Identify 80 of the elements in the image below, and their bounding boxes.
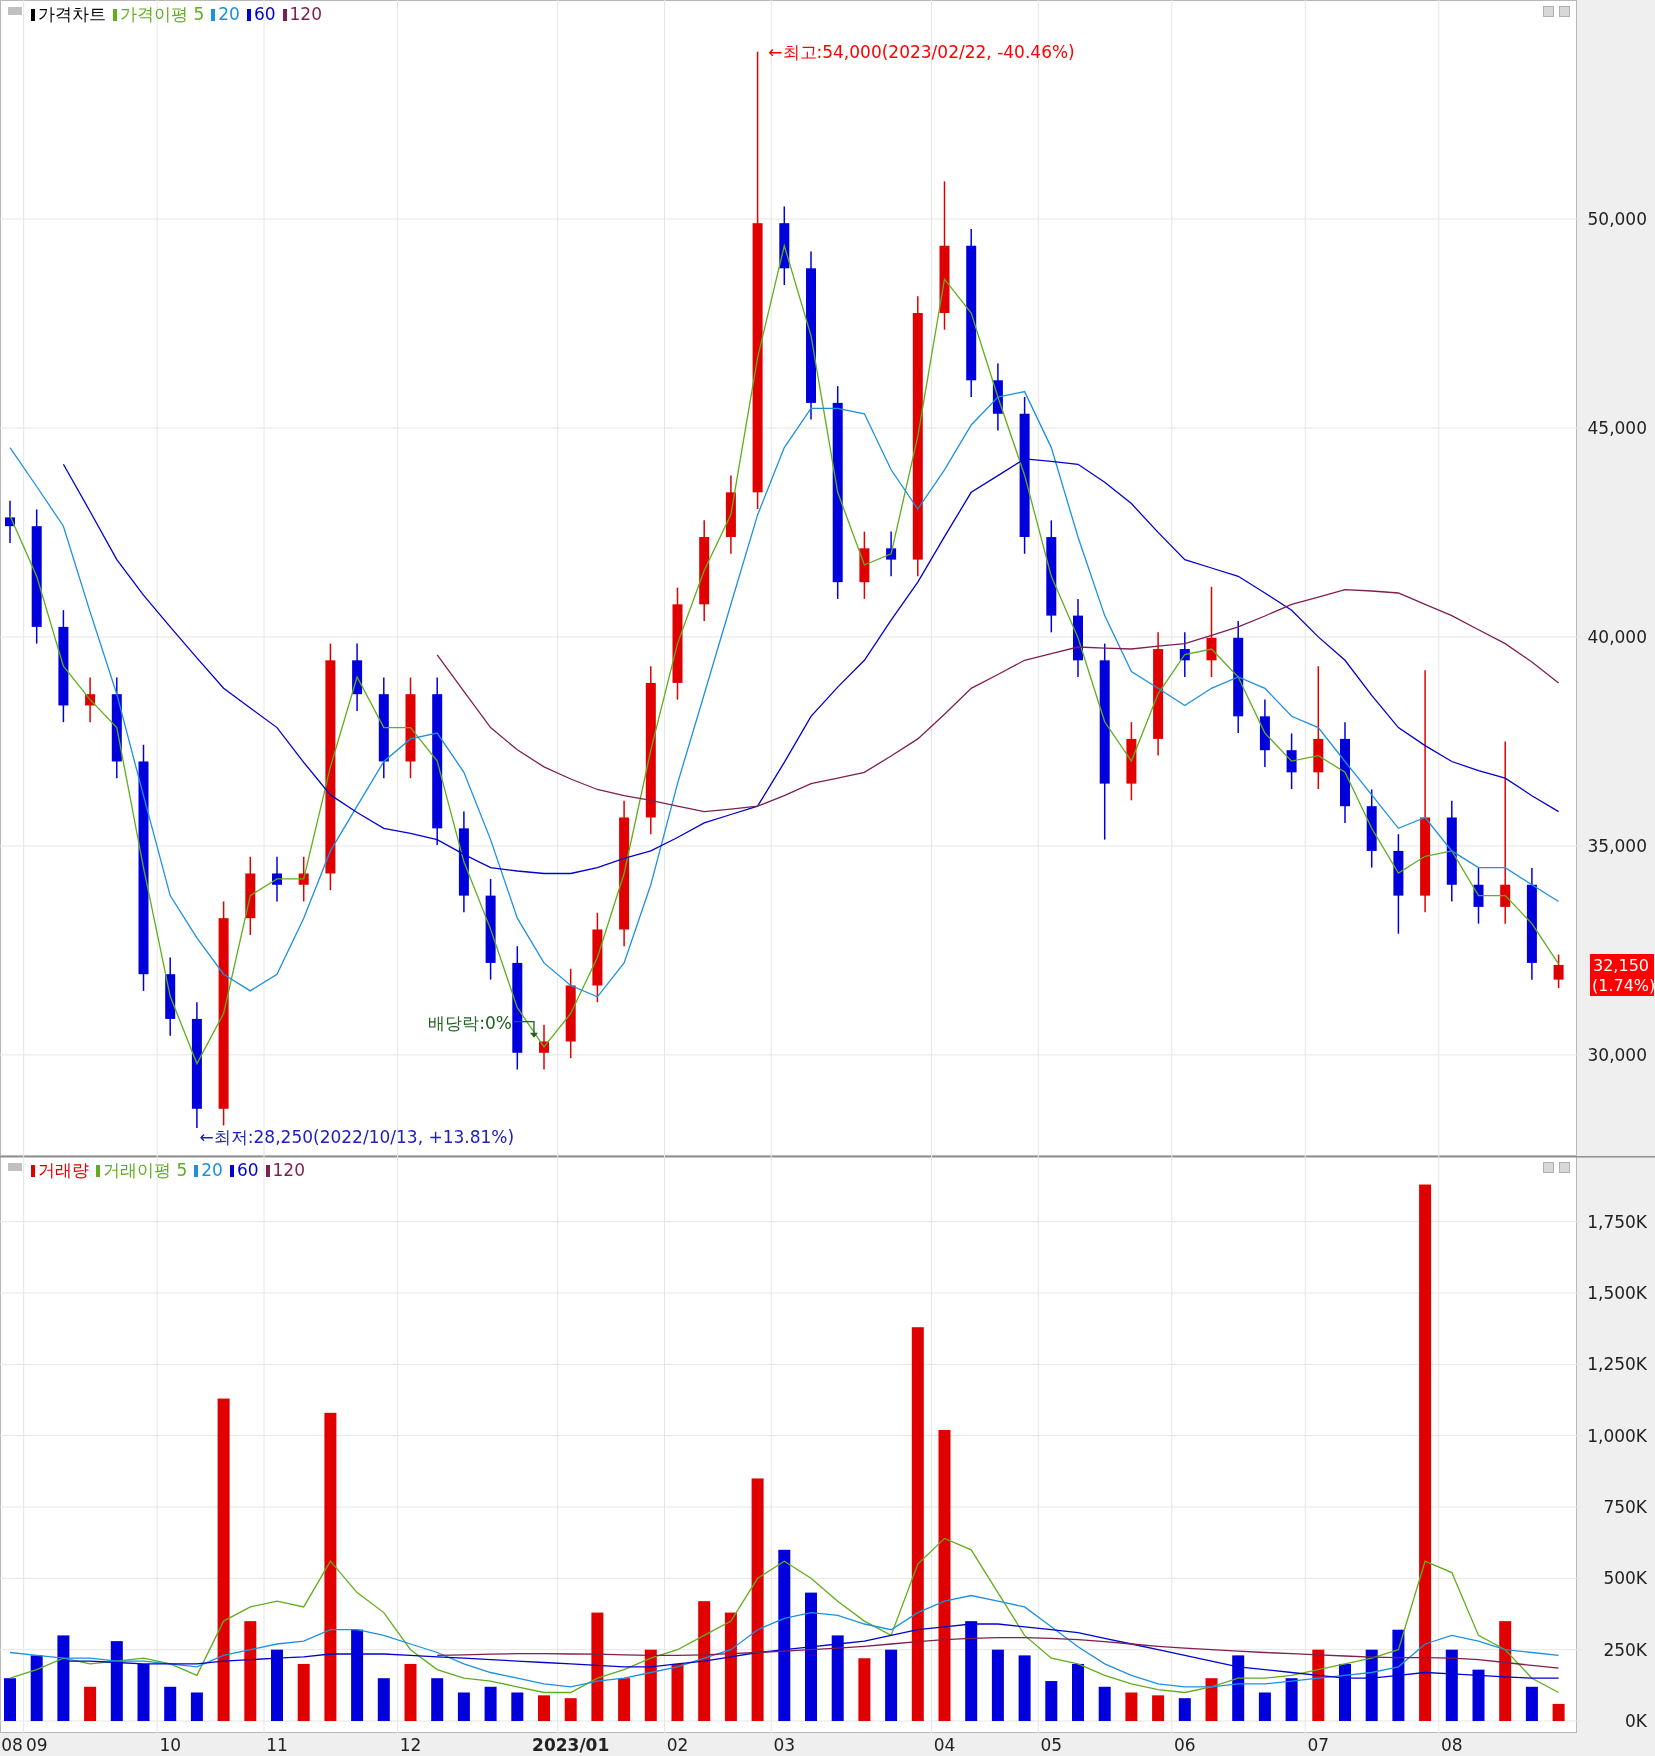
volume-bar (1152, 1695, 1165, 1721)
legend-label: 가격이평 5 (120, 6, 205, 23)
price-annotation: ←최고:54,000(2023/02/22, -40.46%) (768, 41, 1075, 62)
axis-label: 1,750K (1587, 1211, 1647, 1232)
legend-label: 가격차트 (38, 6, 106, 23)
candle (352, 642, 363, 712)
axis-label: 07 (1307, 1735, 1330, 1755)
dividend-marker-icon (513, 1021, 538, 1038)
maximize-icon[interactable] (1543, 6, 1554, 17)
volume-bar (4, 1678, 16, 1721)
axis-label: 1,000K (1587, 1425, 1647, 1446)
axis-label: 09 (25, 1735, 48, 1755)
legend-label: 120 (289, 6, 322, 23)
legend-label: 60 (236, 1162, 259, 1179)
price-annotation: ←최저:28,250(2022/10/13, +13.81%) (199, 1126, 515, 1147)
axis-label: 250K (1603, 1639, 1647, 1660)
candle (859, 530, 870, 600)
volume-bar (885, 1649, 898, 1721)
axis-label: 08 (1441, 1735, 1463, 1755)
candle (298, 856, 309, 903)
legend-label: 20 (218, 6, 240, 23)
current-price-tag (1590, 954, 1654, 996)
candle (539, 1024, 549, 1071)
axis-label: 2023/01 (532, 1735, 610, 1755)
candle (992, 362, 1003, 432)
volume-bar (858, 1658, 871, 1721)
legend-label: 20 (201, 1162, 223, 1179)
volume-bar (1339, 1663, 1351, 1721)
volume-bar (84, 1686, 97, 1721)
candle (886, 530, 897, 578)
axis-label: 02 (666, 1735, 689, 1755)
volume-bar (1045, 1681, 1058, 1721)
axis-label: 1,500K (1587, 1282, 1647, 1303)
legend-label: 120 (272, 1162, 305, 1179)
axis-label: 1,250K (1587, 1354, 1647, 1375)
axis-label: 08 (1, 1735, 23, 1755)
volume-bar (618, 1678, 631, 1721)
axis-label: 45,000 (1587, 417, 1647, 438)
candle (85, 676, 96, 723)
axis-label: 11 (266, 1735, 288, 1755)
axis-label: 500K (1603, 1568, 1647, 1589)
axis-label: 750K (1603, 1497, 1647, 1517)
volume-bar (511, 1692, 524, 1721)
volume-bar (164, 1686, 177, 1721)
candle (1473, 867, 1484, 925)
maximize-icon[interactable] (1543, 1162, 1554, 1173)
candle (1286, 732, 1297, 790)
axis-label: 03 (773, 1735, 796, 1755)
legend-label: 60 (253, 6, 276, 23)
axis-label: 04 (933, 1735, 956, 1755)
volume-bar (1072, 1663, 1084, 1721)
close-icon[interactable] (1559, 6, 1570, 17)
legend-label: 거래이평 5 (103, 1162, 188, 1179)
price-annotation: 배당락:0% (428, 1012, 512, 1033)
close-icon[interactable] (1559, 1162, 1570, 1173)
axis-label: 06 (1174, 1735, 1196, 1755)
legend-label: 거래량 (38, 1162, 89, 1179)
axis-label: 35,000 (1587, 835, 1647, 856)
candle (5, 499, 15, 544)
volume-bar (538, 1695, 550, 1721)
axis-label: 40,000 (1587, 626, 1647, 647)
candle (1553, 953, 1564, 989)
candle (272, 856, 282, 903)
panel-handle-icon[interactable] (8, 1163, 22, 1171)
current-price: 32,150 (1593, 956, 1649, 975)
axis-label: 12 (399, 1735, 422, 1755)
volume-bar (1125, 1692, 1138, 1721)
candle (1259, 698, 1270, 768)
candle (1179, 631, 1190, 678)
axis-label: 30,000 (1587, 1044, 1647, 1065)
axis-label: 10 (159, 1735, 181, 1755)
panel-handle-icon[interactable] (8, 7, 22, 15)
price-change: (1.74%) (1592, 976, 1655, 995)
volume-bar (271, 1649, 283, 1721)
volume-bar (1312, 1649, 1325, 1721)
volume-bar (1232, 1655, 1245, 1721)
volume-bar (431, 1678, 444, 1721)
axis-label: 05 (1040, 1735, 1063, 1755)
axis-label: 0K (1625, 1711, 1647, 1731)
axis-label: 50,000 (1587, 209, 1647, 229)
